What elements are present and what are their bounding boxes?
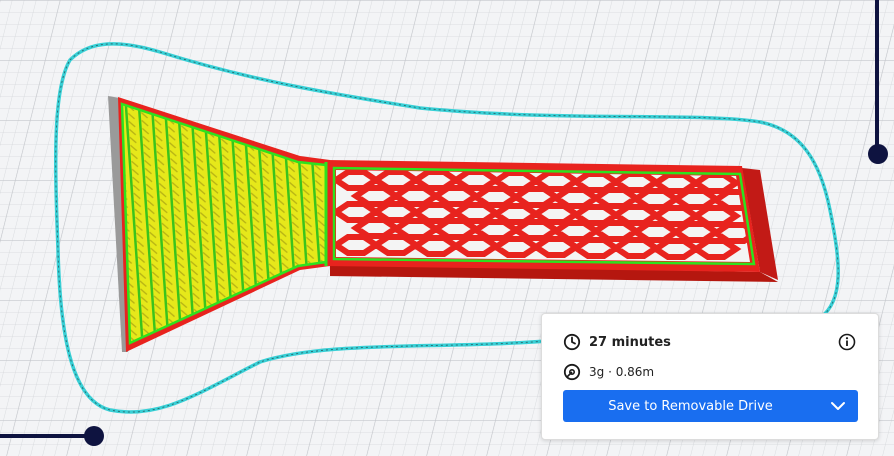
- simulation-slider-handle[interactable]: [84, 426, 104, 446]
- save-to-removable-drive-button[interactable]: Save to Removable Drive: [563, 390, 858, 422]
- clock-icon: [563, 333, 581, 351]
- layer-slider-handle[interactable]: [868, 144, 888, 164]
- simulation-slider-track[interactable]: [0, 434, 94, 438]
- material-usage-row: 3g · 0.86m: [563, 363, 654, 381]
- info-icon[interactable]: [838, 333, 856, 351]
- layer-slider-track[interactable]: [875, 0, 879, 154]
- print-time-label: 27 minutes: [589, 334, 671, 350]
- chevron-down-icon[interactable]: [818, 390, 858, 422]
- spool-icon: [563, 363, 581, 381]
- print-time-row: 27 minutes: [563, 333, 671, 351]
- print-info-panel: 27 minutes 3g · 0.86m Save to Removable …: [541, 313, 879, 440]
- save-button-label: Save to Removable Drive: [608, 398, 773, 414]
- material-usage-label: 3g · 0.86m: [589, 365, 655, 379]
